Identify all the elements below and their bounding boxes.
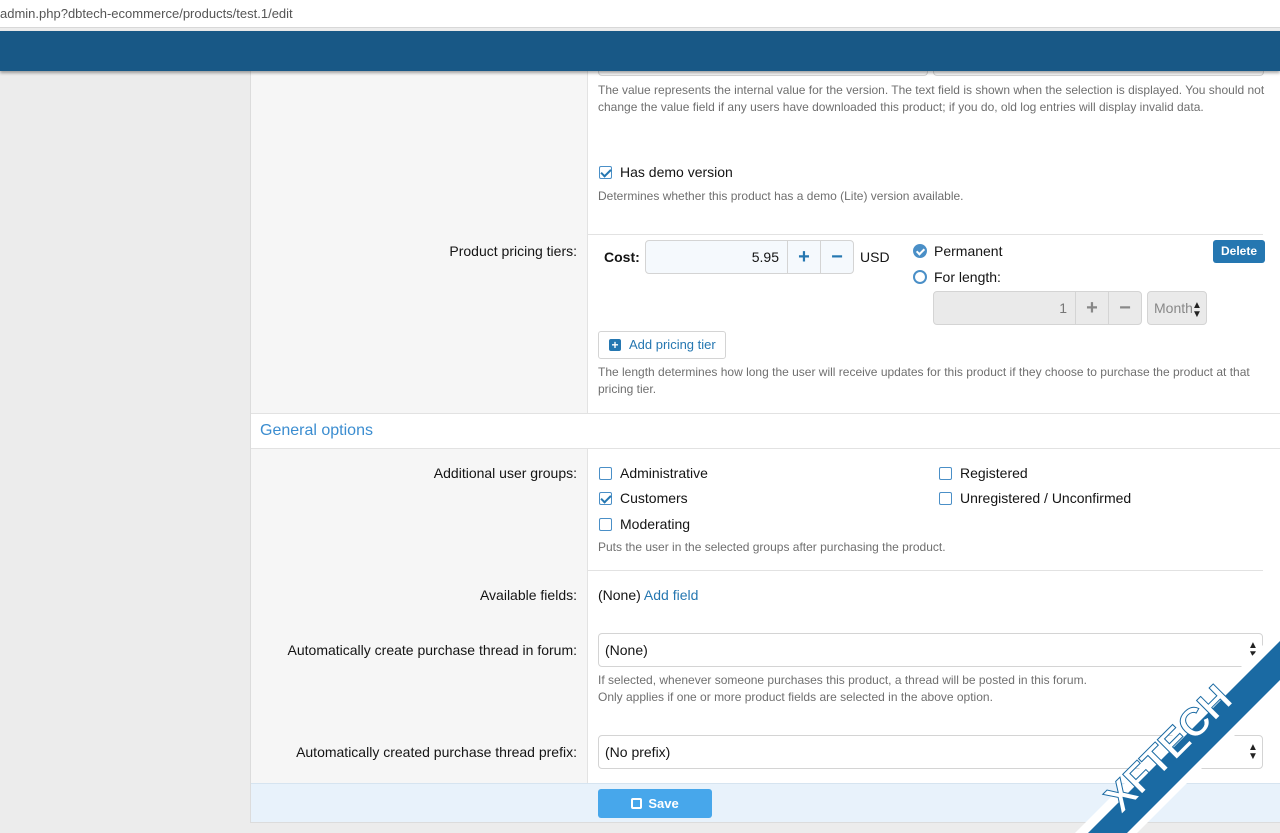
- save-button[interactable]: Save: [598, 789, 712, 818]
- version-value-input[interactable]: [598, 71, 928, 76]
- label-column: [251, 71, 588, 413]
- currency-label: USD: [860, 249, 890, 265]
- demo-version-checkbox[interactable]: [599, 166, 612, 179]
- pricing-tiers-label: Product pricing tiers:: [449, 243, 577, 259]
- thread-prefix-label: Automatically created purchase thread pr…: [296, 744, 577, 760]
- purchase-forum-select[interactable]: (None) ▲ ▼: [598, 633, 1263, 667]
- add-field-link[interactable]: Add field: [644, 587, 698, 603]
- length-unit-select[interactable]: Month ▲ ▼: [1147, 291, 1207, 325]
- available-fields-label: Available fields:: [479, 587, 577, 603]
- version-text-input[interactable]: [933, 71, 1264, 76]
- add-pricing-tier-button[interactable]: + Add pricing tier: [598, 331, 726, 359]
- row-divider: [588, 570, 1263, 571]
- delete-tier-button[interactable]: Delete: [1213, 240, 1266, 263]
- pricing-hint: The length determines how long the user …: [598, 365, 1250, 396]
- product-edit-form: The value represents the internal value …: [250, 71, 1280, 823]
- chevron-updown-icon: ▲ ▼: [1248, 742, 1258, 762]
- length-unit-value: Month: [1154, 300, 1193, 316]
- cost-label: Cost:: [604, 249, 640, 265]
- length-increment-button[interactable]: +: [1075, 292, 1108, 324]
- group-customers-checkbox[interactable]: [599, 492, 612, 505]
- add-pricing-tier-label: Add pricing tier: [629, 337, 716, 352]
- permanent-radio[interactable]: [913, 244, 927, 258]
- group-unregistered-label: Unregistered / Unconfirmed: [960, 490, 1132, 506]
- available-fields-value: (None) Add field: [598, 587, 698, 603]
- fields-none-text: (None): [598, 587, 641, 603]
- save-icon: [631, 798, 643, 809]
- permanent-label: Permanent: [934, 243, 1003, 259]
- group-administrative-checkbox[interactable]: [599, 467, 612, 480]
- user-groups-label: Additional user groups:: [433, 465, 577, 481]
- chevron-updown-icon: ▲ ▼: [1248, 640, 1258, 660]
- group-registered-label: Registered: [960, 465, 1028, 481]
- group-customers-label: Customers: [620, 490, 688, 506]
- group-unregistered-checkbox[interactable]: [939, 492, 952, 505]
- cost-input[interactable]: 5.95 + −: [645, 240, 854, 274]
- group-moderating-checkbox[interactable]: [599, 518, 612, 531]
- app-header: [0, 31, 1280, 71]
- save-label: Save: [648, 796, 679, 811]
- row-divider: [588, 234, 1263, 235]
- group-registered-checkbox[interactable]: [939, 467, 952, 480]
- general-options-header: General options: [251, 413, 1280, 449]
- purchase-forum-label: Automatically create purchase thread in …: [287, 642, 577, 658]
- for-length-label: For length:: [934, 269, 1001, 285]
- group-administrative-label: Administrative: [620, 465, 708, 481]
- thread-prefix-value: (No prefix): [605, 744, 671, 760]
- cost-increment-button[interactable]: +: [787, 241, 820, 273]
- length-value: 1: [1059, 300, 1067, 316]
- label-column: [251, 449, 588, 783]
- length-input[interactable]: 1 + −: [933, 291, 1142, 325]
- length-decrement-button[interactable]: −: [1108, 292, 1141, 324]
- thread-prefix-select[interactable]: (No prefix) ▲ ▼: [598, 735, 1263, 769]
- user-groups-hint: Puts the user in the selected groups aft…: [598, 540, 946, 554]
- address-bar[interactable]: admin.php?dbtech-ecommerce/products/test…: [0, 0, 1280, 28]
- purchase-forum-hint-2: Only applies if one or more product fiel…: [598, 690, 993, 704]
- group-moderating-label: Moderating: [620, 516, 691, 532]
- general-options-title: General options: [260, 422, 373, 439]
- demo-version-hint: Determines whether this product has a de…: [598, 189, 964, 203]
- version-hint: The value represents the internal value …: [598, 83, 1265, 114]
- address-bar-url: admin.php?dbtech-ecommerce/products/test…: [0, 6, 293, 21]
- purchase-forum-hint-1: If selected, whenever someone purchases …: [598, 673, 1087, 687]
- cost-decrement-button[interactable]: −: [820, 241, 853, 273]
- demo-version-label: Has demo version: [620, 164, 733, 180]
- cost-value: 5.95: [751, 249, 779, 265]
- form-submit-row: Save: [251, 783, 1280, 822]
- plus-icon: +: [609, 339, 621, 351]
- purchase-forum-value: (None): [605, 642, 648, 658]
- chevron-updown-icon: ▲ ▼: [1192, 300, 1202, 320]
- for-length-radio[interactable]: [913, 270, 927, 284]
